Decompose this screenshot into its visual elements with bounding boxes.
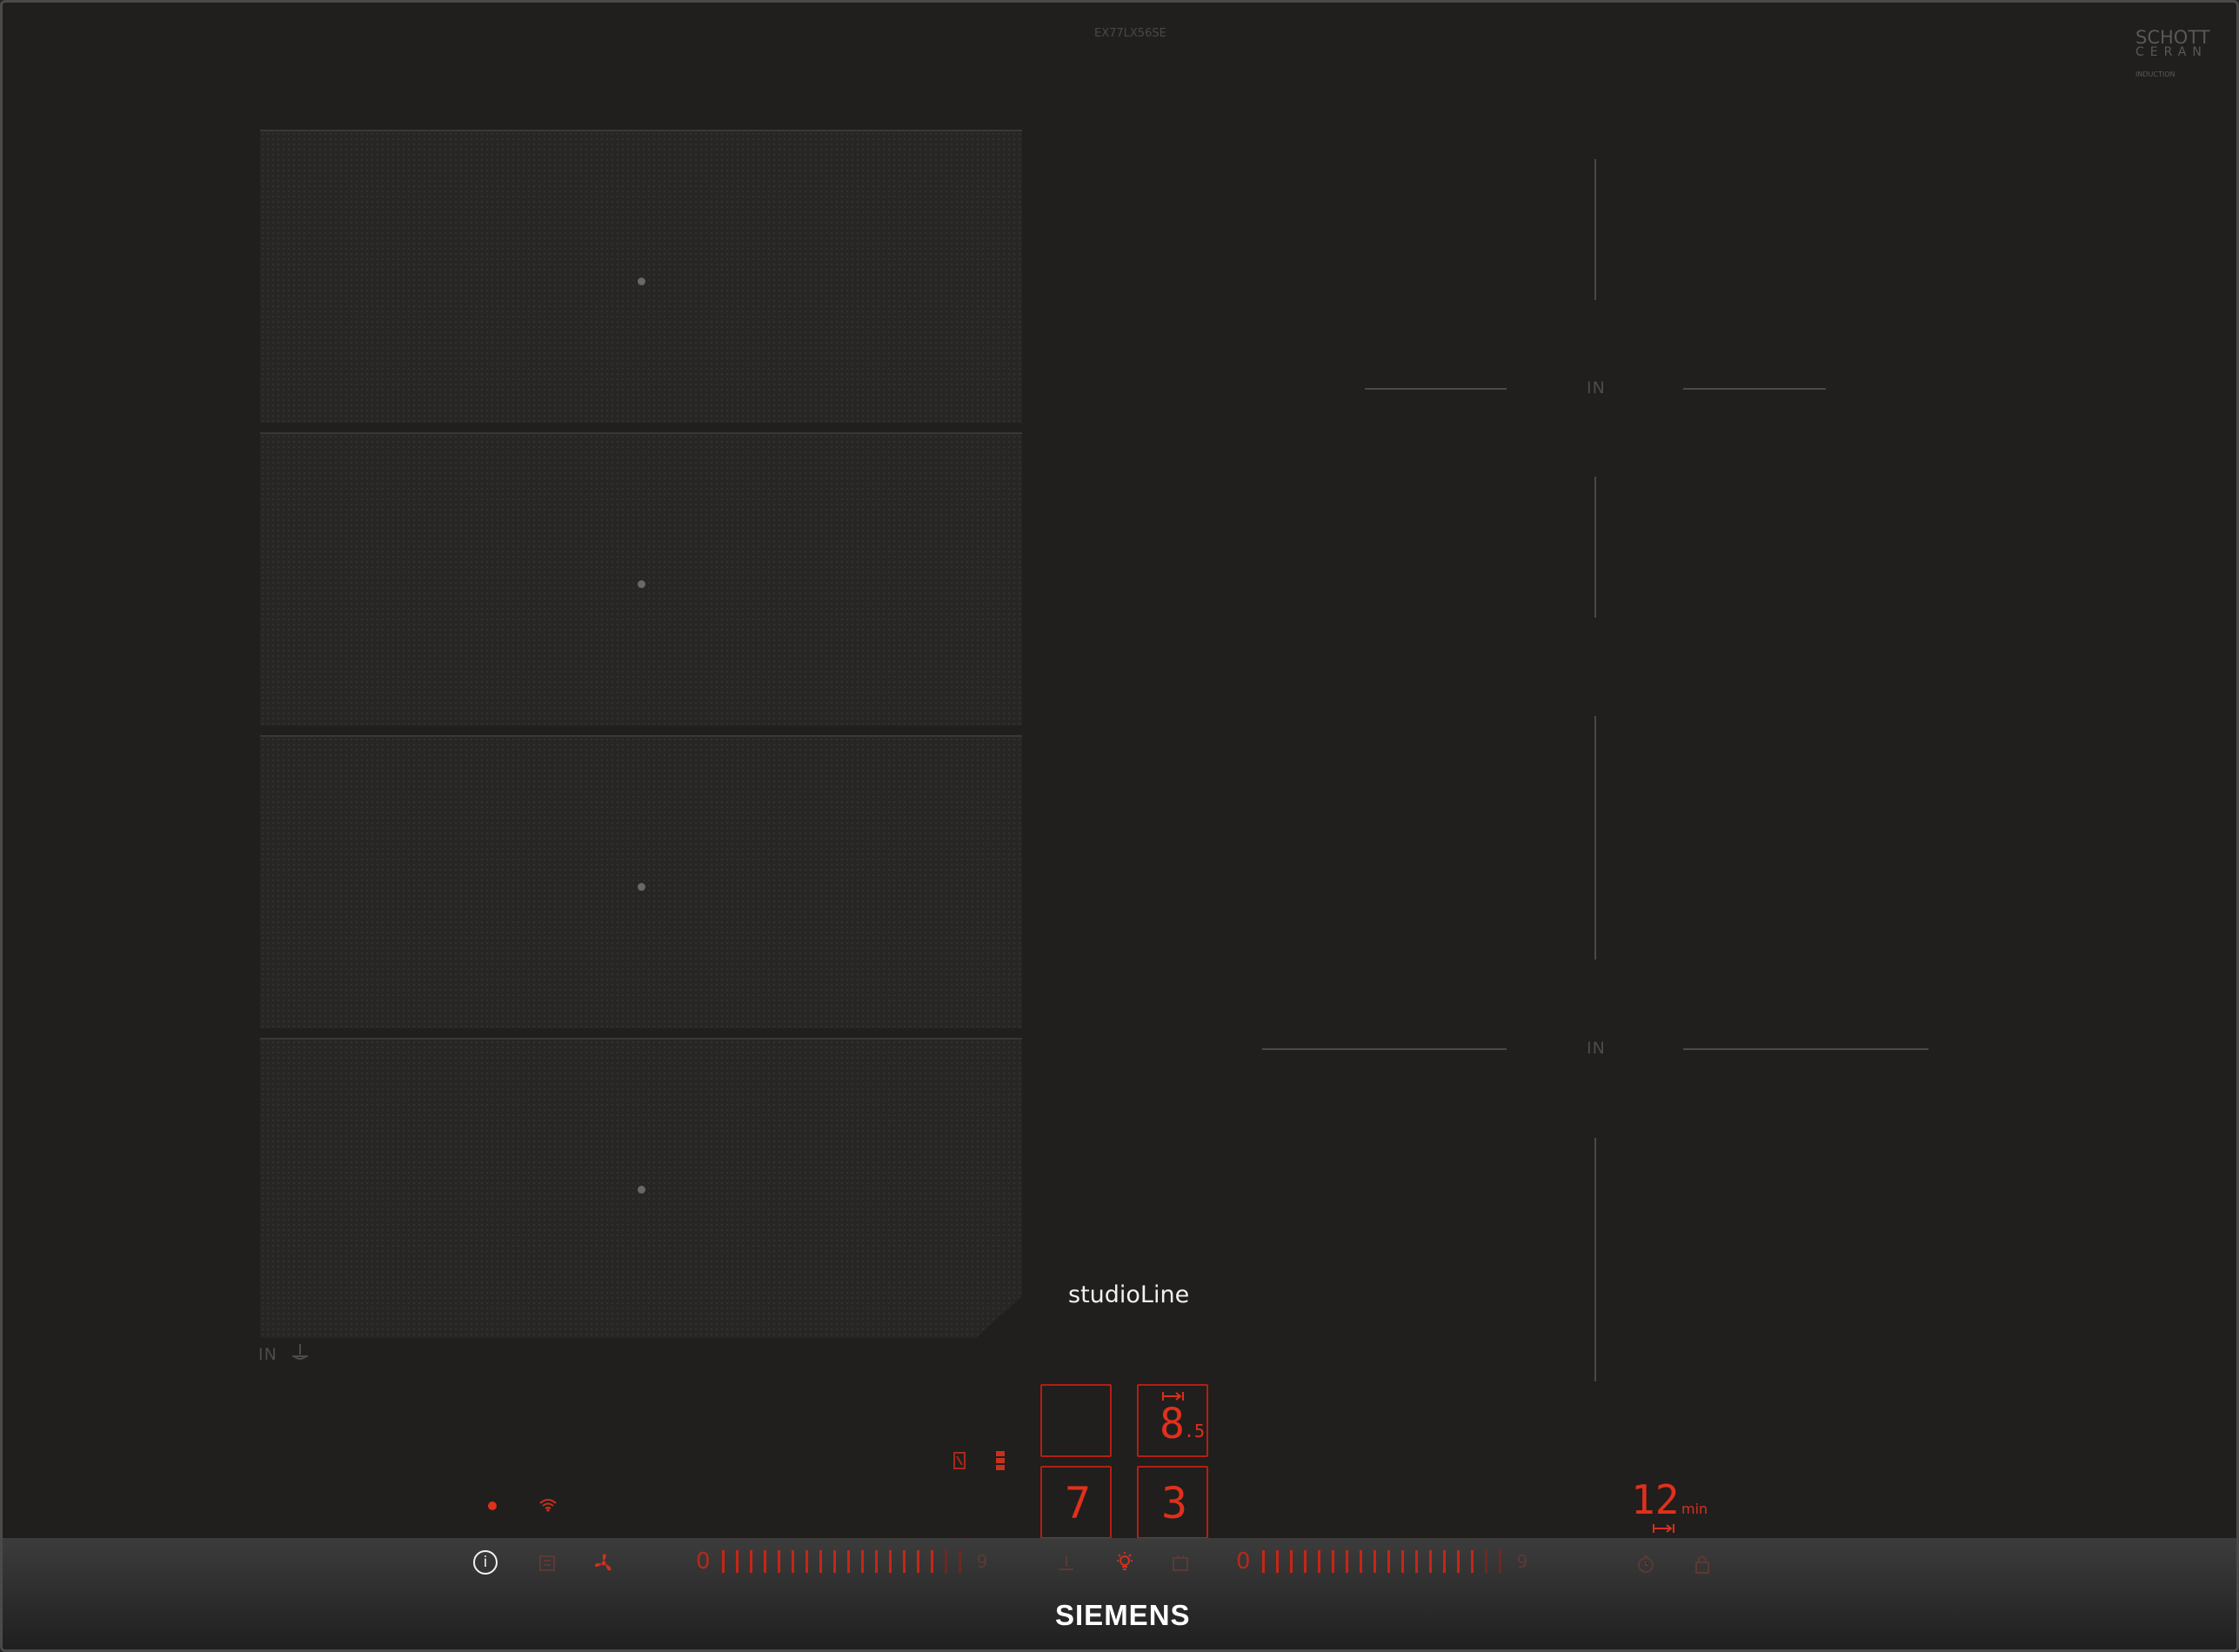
zone-marker-vertical-3 [1594, 716, 1596, 960]
slider-tick[interactable] [1484, 1550, 1487, 1573]
zone-center-dot [638, 278, 645, 285]
boost-icon[interactable] [1056, 1554, 1077, 1573]
slider-left-start: 0 [696, 1548, 711, 1575]
slider-tick[interactable] [1414, 1550, 1418, 1573]
slider-tick[interactable] [1456, 1550, 1460, 1573]
induction-hob: EX77LX56SE SCHOTT CERAN INDUCTION IN IN … [0, 0, 2239, 1652]
slider-tick[interactable] [860, 1550, 864, 1573]
right-zone-in-label-bottom: IN [1587, 1039, 1606, 1058]
slider-left-end: 9 [976, 1551, 988, 1572]
slider-tick[interactable] [805, 1550, 808, 1573]
slider-tick[interactable] [1428, 1550, 1432, 1573]
timer-unit: min [1681, 1501, 1708, 1517]
slider-tick[interactable] [1317, 1550, 1320, 1573]
slider-tick[interactable] [1442, 1550, 1446, 1573]
zone-center-dot [638, 1186, 645, 1194]
slider-tick[interactable] [1400, 1550, 1404, 1573]
flex-zone-in-label: IN [258, 1345, 277, 1364]
slider-tick[interactable] [1373, 1550, 1376, 1573]
timer-icon[interactable] [1635, 1554, 1656, 1575]
zone-display-bottom-left[interactable]: 7 [1040, 1466, 1112, 1539]
slider-tick[interactable] [902, 1550, 906, 1573]
keep-warm-icon[interactable] [1171, 1554, 1190, 1573]
slider-tick[interactable] [916, 1550, 919, 1573]
slider-tick[interactable] [958, 1550, 961, 1573]
flex-zone-3[interactable] [260, 735, 1022, 1028]
zone-display-bottom-right-value: 3 [1161, 1478, 1188, 1528]
slider-tick[interactable] [721, 1550, 725, 1573]
right-zone-in-label-top: IN [1587, 378, 1606, 398]
slider-tick[interactable] [763, 1550, 766, 1573]
power-indicator-icon [488, 1502, 497, 1510]
info-symbol: i [483, 1554, 488, 1571]
glass-brand-line2: CERAN [2135, 45, 2208, 59]
series-label: studioLine [1068, 1281, 1190, 1308]
slider-tick[interactable] [1498, 1550, 1501, 1573]
zone-display-top-left[interactable] [1040, 1384, 1112, 1457]
glass-brand-sub: INDUCTION [2135, 70, 2176, 78]
pan-icon [290, 1342, 311, 1361]
flex-zone-4[interactable] [260, 1038, 1022, 1338]
power-slider-left[interactable]: 0 9 [696, 1548, 1044, 1580]
slider-tick[interactable] [1345, 1550, 1348, 1573]
slider-tick[interactable] [1387, 1550, 1390, 1573]
model-code: EX77LX56SE [1094, 27, 1166, 40]
light-icon[interactable] [1113, 1550, 1136, 1573]
extractor-mode-icon[interactable] [538, 1554, 557, 1573]
zone-marker-vertical-4 [1594, 1138, 1596, 1381]
slider-tick[interactable] [1289, 1550, 1293, 1573]
timer-display[interactable]: 12 min [1631, 1476, 1718, 1534]
zone-marker-vertical-1 [1594, 159, 1596, 300]
slider-tick[interactable] [735, 1550, 739, 1573]
slider-tick[interactable] [944, 1550, 947, 1573]
zone-display-bottom-left-value: 7 [1065, 1478, 1092, 1528]
lock-icon[interactable] [1693, 1554, 1712, 1575]
control-strip: i 0 9 0 9 SIEMENS [3, 1538, 2236, 1649]
zone-center-dot [638, 580, 645, 588]
slider-tick[interactable] [888, 1550, 892, 1573]
brand-logo: SIEMENS [1055, 1599, 1191, 1631]
slider-tick[interactable] [791, 1550, 794, 1573]
slider-tick[interactable] [1275, 1550, 1279, 1573]
glass-brand-logo: SCHOTT CERAN INDUCTION [2135, 27, 2210, 79]
zone-marker-horizontal-2b [1683, 1048, 1928, 1050]
zone-display-bottom-right[interactable]: 3 [1137, 1466, 1208, 1539]
slider-tick[interactable] [1359, 1550, 1362, 1573]
timer-value: 12 [1631, 1476, 1680, 1523]
slider-right-end: 9 [1516, 1551, 1528, 1572]
bridge-icon[interactable] [952, 1451, 966, 1470]
flex-zone-2[interactable] [260, 432, 1022, 726]
zone-display-top-right[interactable]: 8 .5 [1137, 1384, 1208, 1457]
slider-tick[interactable] [930, 1550, 933, 1573]
slider-tick[interactable] [832, 1550, 836, 1573]
zone-display-top-right-value: 8 [1160, 1400, 1185, 1448]
power-slider-right[interactable]: 0 9 [1236, 1548, 1584, 1580]
zone-marker-horizontal-1b [1683, 388, 1826, 390]
slider-right-ticks [1261, 1550, 1513, 1573]
move-function-icon[interactable] [994, 1450, 1006, 1471]
zone-marker-vertical-2 [1594, 477, 1596, 618]
zone-marker-horizontal-1a [1365, 388, 1507, 390]
zone-marker-horizontal-2a [1262, 1048, 1507, 1050]
slider-tick[interactable] [777, 1550, 780, 1573]
slider-tick[interactable] [1303, 1550, 1307, 1573]
slider-right-start: 0 [1236, 1548, 1251, 1575]
zone-display-top-right-decimal: .5 [1184, 1421, 1206, 1441]
glass-brand-line1: SCHOTT [2135, 27, 2210, 48]
info-icon[interactable]: i [473, 1550, 498, 1575]
slider-tick[interactable] [1470, 1550, 1474, 1573]
extractor-fan-icon[interactable] [592, 1552, 615, 1575]
slider-tick[interactable] [1261, 1550, 1265, 1573]
wifi-icon[interactable] [538, 1498, 558, 1512]
zone-center-dot [638, 883, 645, 891]
flex-zone-1[interactable] [260, 130, 1022, 423]
slider-left-ticks [721, 1550, 972, 1573]
slider-tick[interactable] [1331, 1550, 1334, 1573]
slider-tick[interactable] [874, 1550, 878, 1573]
timer-arrow-icon [1652, 1522, 1676, 1534]
slider-tick[interactable] [819, 1550, 822, 1573]
slider-tick[interactable] [749, 1550, 752, 1573]
slider-tick[interactable] [846, 1550, 850, 1573]
